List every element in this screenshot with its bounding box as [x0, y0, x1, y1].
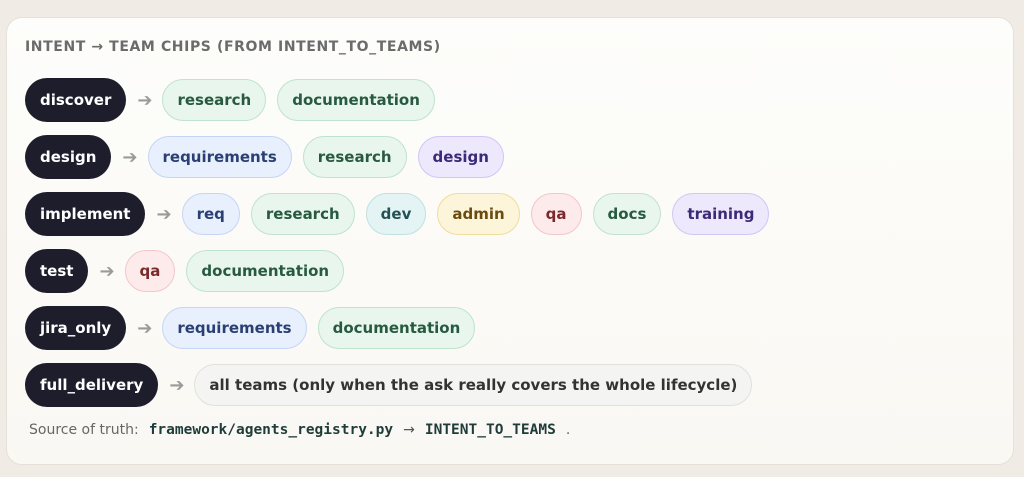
- arrow-right-icon: ➔: [137, 317, 153, 339]
- source-suffix: .: [565, 422, 571, 438]
- intent-chip: test: [25, 249, 89, 293]
- team-chip: docs: [592, 193, 662, 235]
- intent-team-card: INTENT → TEAM CHIPS (FROM INTENT_TO_TEAM…: [6, 17, 1014, 465]
- team-chip: qa: [124, 250, 176, 292]
- team-chip: training: [672, 193, 770, 235]
- intent-row-jira-only: jira_only ➔ requirements documentation: [25, 305, 476, 351]
- arrow-right-icon: ➔: [122, 146, 138, 168]
- intent-row-discover: discover ➔ research documentation: [25, 77, 435, 123]
- team-chip: documentation: [277, 79, 435, 121]
- intent-chip: discover: [25, 78, 127, 122]
- team-chip: documentation: [186, 250, 345, 292]
- team-chips: all teams (only when the ask really cove…: [194, 364, 753, 406]
- intent-row-full-delivery: full_delivery ➔ all teams (only when the a…: [25, 362, 753, 408]
- team-chip: design: [417, 136, 504, 178]
- team-chip: requirements: [162, 307, 307, 349]
- intent-row-design: design ➔ requirements research design: [25, 134, 504, 180]
- source-path: framework/agents_registry.py: [148, 422, 394, 438]
- intent-chip: full_delivery: [25, 363, 159, 407]
- intent-row-test: test ➔ qa documentation: [25, 248, 345, 294]
- team-chip: documentation: [317, 307, 476, 349]
- team-chip: qa: [530, 193, 582, 235]
- source-arrow: →: [403, 422, 415, 438]
- source-symbol: INTENT_TO_TEAMS: [424, 422, 556, 438]
- intent-chip: implement: [25, 192, 146, 236]
- arrow-right-icon: ➔: [137, 89, 153, 111]
- team-chip: dev: [365, 193, 427, 235]
- team-chip: requirements: [147, 136, 292, 178]
- intent-chip: jira_only: [25, 306, 127, 350]
- team-chip: research: [250, 193, 355, 235]
- team-chip: admin: [437, 193, 520, 235]
- arrow-right-icon: ➔: [156, 203, 172, 225]
- source-of-truth-note: Source of truth: framework/agents_regist…: [29, 422, 570, 438]
- team-chip: research: [302, 136, 407, 178]
- team-chips: research documentation: [162, 79, 435, 121]
- intent-chip: design: [25, 135, 112, 179]
- arrow-right-icon: ➔: [169, 374, 185, 396]
- team-chip: all teams (only when the ask really cove…: [194, 364, 753, 406]
- team-chips: requirements documentation: [162, 307, 476, 349]
- team-chips: requirements research design: [147, 136, 504, 178]
- card-title: INTENT → TEAM CHIPS (FROM INTENT_TO_TEAM…: [25, 39, 441, 55]
- team-chips: req research dev admin qa docs training: [181, 193, 770, 235]
- team-chips: qa documentation: [124, 250, 345, 292]
- intent-row-implement: implement ➔ req research dev admin qa docs train…: [25, 191, 770, 237]
- arrow-right-icon: ➔: [99, 260, 115, 282]
- team-chip: req: [181, 193, 240, 235]
- team-chip: research: [162, 79, 267, 121]
- source-prefix: Source of truth:: [29, 422, 139, 438]
